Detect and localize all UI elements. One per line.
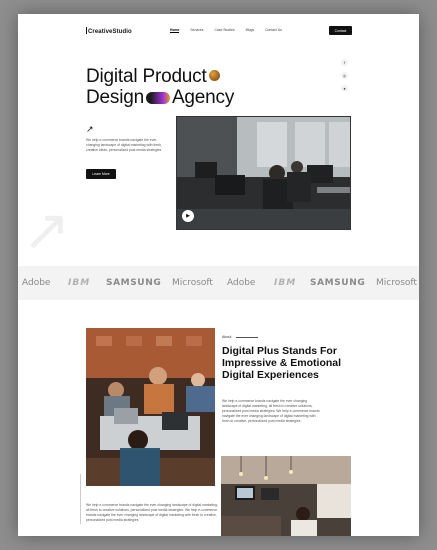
hero-title-agency: Agency: [171, 87, 235, 108]
top-nav: CreativeStudio Home Services Case Studie…: [18, 14, 419, 50]
logo-adobe: Adobe: [22, 278, 51, 288]
instagram-icon[interactable]: ◎: [341, 72, 348, 79]
nav-blogs[interactable]: Blogs: [246, 28, 254, 33]
facebook-icon[interactable]: f: [341, 59, 348, 66]
nav-home[interactable]: Home: [170, 28, 180, 33]
nav-contact[interactable]: Contact Us: [265, 28, 282, 33]
office-interior-scene: [221, 456, 351, 536]
section-divider: [80, 474, 81, 524]
orb-icon: [208, 70, 220, 81]
logo-samsung: SAMSUNG: [106, 278, 162, 288]
hero-description: We help e-commerce brands navigate the e…: [86, 138, 162, 152]
nav-services[interactable]: Services: [190, 28, 203, 33]
contact-button[interactable]: Contact: [329, 26, 352, 35]
about-secondary-text: We help e-commerce brands navigate the e…: [86, 503, 218, 522]
logo-samsung: SAMSUNG: [310, 278, 366, 288]
hero-title-line1: Digital Product: [86, 66, 207, 87]
team-meeting-image: [86, 328, 215, 486]
about-label: About: [222, 335, 232, 339]
arrow-up-right-icon: ↗: [86, 124, 94, 134]
partner-logos-strip: Adobe IBM SAMSUNG Microsoft Adobe IBM SA…: [18, 266, 419, 300]
brand-name: CreativeStudio: [88, 29, 132, 35]
logo-adobe: Adobe: [227, 278, 256, 288]
hero-title: Digital Product Design Agency: [86, 66, 234, 108]
heart-icon[interactable]: ♥: [341, 85, 348, 92]
decorative-arrow-icon: ↗: [22, 198, 71, 263]
about-description: We help e-commerce brands navigate the e…: [222, 399, 320, 423]
office-interior-image: [221, 456, 351, 536]
brand-logo[interactable]: CreativeStudio: [86, 27, 132, 35]
learn-more-button[interactable]: Learn More: [86, 169, 116, 179]
page-frame: CreativeStudio Home Services Case Studie…: [18, 14, 419, 536]
office-scene-image: [177, 117, 350, 229]
logo-microsoft: Microsoft: [172, 278, 213, 288]
about-title: Digital Plus Stands For Impressive & Emo…: [222, 345, 342, 381]
logo-bar: [86, 27, 87, 34]
logo-ibm: IBM: [274, 278, 297, 288]
nav-links: Home Services Case Studies Blogs Contact…: [170, 28, 282, 33]
play-button[interactable]: ▶: [182, 210, 194, 222]
hero-office-image: [176, 116, 351, 230]
logo-ibm: IBM: [68, 278, 91, 288]
hero-title-design: Design: [86, 87, 144, 108]
about-divider: [236, 337, 258, 338]
team-scene-image: [86, 328, 215, 486]
logo-microsoft: Microsoft: [376, 278, 417, 288]
nav-case-studies[interactable]: Case Studies: [214, 28, 234, 33]
gradient-pill-icon: [145, 92, 170, 104]
social-links: f ◎ ♥: [341, 59, 348, 92]
